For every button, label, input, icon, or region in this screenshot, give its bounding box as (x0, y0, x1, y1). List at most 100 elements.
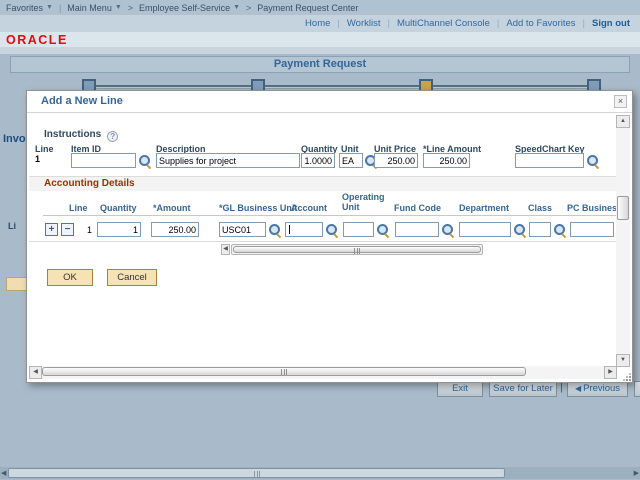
fund-code-lookup-icon[interactable] (442, 224, 454, 236)
screen: Favorites ▼ | Main Menu ▼ > Employee Sel… (0, 0, 640, 480)
page-horizontal-scrollbar[interactable]: ◀ ▶ (0, 467, 640, 479)
scroll-right-icon[interactable]: ▶ (634, 469, 639, 477)
dialog-resize-handle[interactable] (623, 373, 631, 381)
item-id-lookup-icon[interactable] (139, 155, 151, 167)
crumb-label: Employee Self-Service (139, 3, 230, 13)
item-id-input[interactable] (71, 153, 136, 168)
worklist-link[interactable]: Worklist (347, 18, 381, 29)
grid-column-header: PC Business Unit (567, 203, 618, 213)
link-separator: | (497, 18, 499, 29)
description-input[interactable] (156, 153, 300, 168)
fund-code-input[interactable] (395, 222, 439, 237)
link-separator: | (387, 18, 389, 29)
dialog-titlebar: Add a New Line × (27, 91, 632, 113)
thumb-grip (254, 471, 260, 477)
link-separator: | (337, 18, 339, 29)
grid-column-header: Line (69, 203, 88, 213)
class-input[interactable] (529, 222, 551, 237)
account-lookup-icon[interactable] (326, 224, 338, 236)
page-scrollbar-thumb[interactable] (8, 468, 505, 478)
gl-business-unit-lookup-icon[interactable] (269, 224, 281, 236)
instructions-label: Instructions? (44, 129, 118, 142)
add-to-favorites-link[interactable]: Add to Favorites (506, 18, 575, 29)
instructions-text: Instructions (44, 129, 101, 140)
delete-row-button[interactable]: − (61, 223, 74, 236)
operating-unit-lookup-icon[interactable] (377, 224, 389, 236)
multichannel-console-link[interactable]: MultiChannel Console (397, 18, 490, 29)
operating-unit-input[interactable] (343, 222, 374, 237)
pc-business-unit-input[interactable] (570, 222, 614, 237)
grid-column-header: *Amount (153, 203, 191, 213)
scroll-left-icon[interactable]: ◀ (1, 469, 6, 477)
hscrollbar-thumb[interactable] (42, 367, 526, 376)
grid-scrollbar-thumb[interactable] (233, 246, 481, 253)
dialog-title: Add a New Line (41, 95, 123, 107)
breadcrumb: Favorites ▼ | Main Menu ▼ > Employee Sel… (0, 0, 640, 15)
department-input[interactable] (459, 222, 511, 237)
scroll-up-icon[interactable]: ▲ (616, 115, 630, 128)
sign-out-link[interactable]: Sign out (592, 18, 630, 29)
scroll-left-icon[interactable]: ◀ (29, 366, 42, 379)
dialog-content: Instructions? Line Item ID Description Q… (29, 114, 618, 367)
link-separator: | (583, 18, 585, 29)
home-link[interactable]: Home (305, 18, 330, 29)
previous-button[interactable]: ◀Previous (567, 381, 628, 397)
main-menu-label: Main Menu (67, 3, 112, 13)
speedchart-key-input[interactable] (515, 153, 584, 168)
main-menu[interactable]: Main Menu ▼ (67, 3, 121, 13)
chevron-down-icon: ▼ (46, 4, 53, 11)
chevron-down-icon: ▼ (233, 4, 240, 11)
quantity-input[interactable] (301, 153, 335, 168)
oracle-logo: ORACLE (6, 33, 68, 47)
account-input[interactable] (285, 222, 323, 237)
scroll-left-icon[interactable]: ◀ (221, 244, 230, 255)
breadcrumb-arrow: > (246, 3, 251, 13)
row-quantity-input[interactable] (97, 222, 141, 237)
thumb-grip (281, 369, 287, 375)
cancel-button-label: Cancel (117, 272, 147, 283)
ok-button[interactable]: OK (47, 269, 93, 286)
speedchart-lookup-icon[interactable] (587, 155, 599, 167)
save-for-later-label: Save for Later (493, 383, 553, 394)
breadcrumb-employee-self-service[interactable]: Employee Self-Service ▼ (139, 3, 240, 13)
grid-column-header: Fund Code (394, 203, 441, 213)
grid-horizontal-scrollbar[interactable]: ◀ (221, 244, 483, 255)
save-for-later-button[interactable]: Save for Later (489, 381, 557, 397)
close-icon[interactable]: × (614, 95, 627, 108)
utility-links: Home | Worklist | MultiChannel Console |… (0, 15, 640, 32)
add-row-button[interactable]: + (45, 223, 58, 236)
grid-column-header: Department (459, 203, 509, 213)
grid-column-header: *GL Business Unit (219, 203, 297, 213)
page-title: Payment Request (10, 56, 630, 73)
breadcrumb-payment-request-center[interactable]: Payment Request Center (257, 3, 358, 13)
dialog-horizontal-scrollbar[interactable]: ◀ ▶ (29, 366, 617, 379)
breadcrumb-arrow: > (128, 3, 133, 13)
row-amount-input[interactable] (151, 222, 199, 237)
line-number-value: 1 (35, 154, 40, 164)
department-lookup-icon[interactable] (514, 224, 526, 236)
logo-row: ORACLE (0, 32, 640, 47)
accounting-grid-header: Line Quantity *Amount *GL Business Unit … (43, 192, 616, 216)
exit-button[interactable]: Exit (437, 381, 483, 397)
unit-input[interactable] (339, 153, 363, 168)
vscrollbar-thumb[interactable] (617, 196, 629, 220)
grid-scrollbar-track[interactable] (231, 244, 483, 255)
breadcrumb-separator: | (59, 3, 61, 13)
unit-price-input[interactable] (374, 153, 418, 168)
line-section-label-fragment: Li (8, 221, 23, 231)
row-line-number: 1 (87, 225, 92, 235)
invoice-section-label-fragment: Invo (3, 133, 27, 145)
help-icon[interactable]: ? (107, 131, 118, 142)
add-new-line-dialog: Add a New Line × Instructions? Line Item… (26, 90, 633, 383)
scroll-right-icon[interactable]: ▶ (604, 366, 617, 379)
class-lookup-icon[interactable] (554, 224, 566, 236)
cancel-button[interactable]: Cancel (107, 269, 157, 286)
favorites-menu[interactable]: Favorites ▼ (6, 3, 53, 13)
line-amount-input[interactable] (423, 153, 470, 168)
text-cursor (289, 225, 290, 234)
previous-label: Previous (583, 383, 620, 394)
favorites-label: Favorites (6, 3, 43, 13)
dialog-vertical-scrollbar[interactable]: ▲ ▼ (616, 115, 630, 367)
scroll-down-icon[interactable]: ▼ (616, 354, 630, 367)
gl-business-unit-input[interactable] (219, 222, 266, 237)
